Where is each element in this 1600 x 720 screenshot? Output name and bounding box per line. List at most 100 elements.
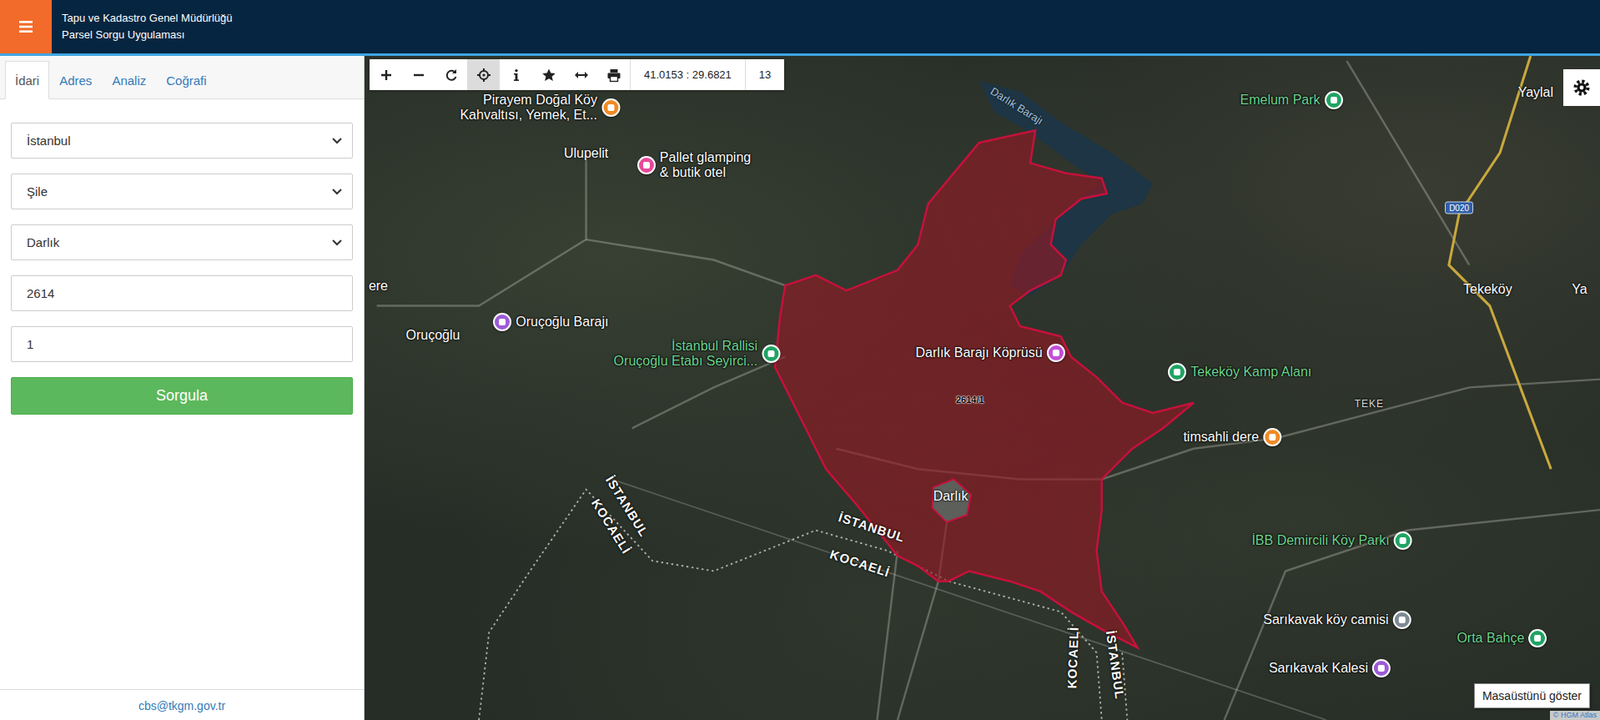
parcel-polygon[interactable] [774,130,1194,648]
info-button[interactable] [499,59,533,91]
poi-line: Darlık Barajı Köprüsü [915,345,1043,361]
refresh-icon [443,67,459,83]
map-place-label: Yaylal [1518,85,1554,101]
select-field[interactable]: Darlık [10,224,353,261]
poi-line: Oruçoğlu Etabı Seyirci... [613,353,759,369]
map-place-label: Tekeköy [1463,281,1513,297]
select-value: Şile [26,184,333,199]
map-canvas [364,55,1600,720]
poi-label: timsahli dere [1182,429,1259,445]
poi-line: İBB Demircili Köy Parkı [1251,533,1389,549]
poi-pin-icon[interactable] [1528,628,1547,648]
text-field[interactable] [10,275,353,312]
map-toolbar: 41.0153 : 29.682113 [369,59,785,91]
select-value: Darlık [26,235,333,250]
poi-line: & butik otel [659,165,751,181]
poi-pin-icon[interactable] [1046,343,1066,363]
map-poi[interactable]: Pallet glamping& butik otel [637,150,751,181]
map[interactable]: 2614/1Pirayem Doğal KöyKahvaltısı, Yemek… [364,55,1600,720]
select-field[interactable]: Şile [10,173,353,210]
poi-line: Tekeköy Kamp Alanı [1190,364,1312,380]
poi-pin-icon[interactable] [1262,427,1282,447]
poi-label: Tekeköy Kamp Alanı [1190,364,1312,380]
poi-label: Sarıkavak Kalesi [1268,660,1369,676]
map-poi[interactable]: Pirayem Doğal KöyKahvaltısı, Yemek, Et..… [459,92,620,123]
poi-label: Oruçoğlu Barajı [515,314,609,330]
sidebar: İdariAdresAnalizCoğrafi İstanbul Şile Darl… [0,55,365,720]
poi-line: İstanbul Rallisi [613,338,759,354]
poi-label: İBB Demircili Köy Parkı [1251,533,1389,549]
poi-pin-icon[interactable] [1324,90,1344,110]
menu-button[interactable] [0,0,52,54]
measure-icon [573,67,589,83]
poi-pin-icon[interactable] [1393,610,1412,629]
poi-label: Darlık Barajı Köprüsü [915,345,1043,361]
select-field[interactable]: İstanbul [10,122,353,159]
tab-bar: İdariAdresAnalizCoğrafi [0,55,364,100]
subtitle: Parsel Sorgu Uygulaması [61,26,233,44]
tooltip: Masaüstünü göster [1474,683,1590,709]
poi-pin-icon[interactable] [761,344,780,363]
poi-pin-icon[interactable] [601,98,620,117]
chevron-icon [332,239,343,247]
zoom-out-button[interactable] [402,59,435,91]
map-poi[interactable]: Oruçoğlu Barajı [493,312,609,332]
map-region-label: KOCAELİ [828,546,892,579]
poi-pin-icon[interactable] [637,155,656,175]
contact-email[interactable]: cbs@tkgm.gov.tr [138,699,226,713]
poi-line: Orta Bahçe [1456,630,1525,646]
map-poi[interactable]: İstanbul RallisiOruçoğlu Etabı Seyirci..… [613,338,781,369]
settings-button[interactable] [1563,69,1600,106]
submit-button[interactable]: Sorgula [10,377,353,415]
map-poi[interactable]: Orta Bahçe [1456,628,1547,648]
tab[interactable]: İdari [5,60,50,100]
favorite-icon [541,67,557,83]
poi-pin-icon[interactable] [493,312,512,332]
favorite-button[interactable] [532,59,565,91]
map-poi[interactable]: Sarıkavak Kalesi [1268,659,1391,678]
tab[interactable]: Coğrafi [155,60,217,100]
map-region-label: KOCAELİ [1065,626,1082,690]
map-poi[interactable]: Sarıkavak köy camisi [1262,610,1411,629]
app-title: Tapu ve Kadastro Genel Müdürlüğü Parsel … [51,0,233,54]
map-poi[interactable]: Darlık Barajı Köprüsü [915,343,1066,363]
query-form: İstanbul Şile Darlık Sorgula [0,99,364,415]
poi-pin-icon[interactable] [1167,362,1187,382]
poi-label: İstanbul RallisiOruçoğlu Etabı Seyirci..… [613,338,759,369]
chevron-icon [332,188,343,196]
zoom-in-icon [378,67,394,83]
zoom-in-button[interactable] [369,59,403,91]
poi-line: Emelum Park [1240,92,1321,108]
tab[interactable]: Analiz [101,60,156,100]
select-value: İstanbul [26,133,333,148]
poi-label: Pirayem Doğal KöyKahvaltısı, Yemek, Et..… [459,92,598,123]
gear-icon [1572,78,1591,97]
map-place-label: Oruçoğlu [406,327,461,343]
zoom-level: 13 [744,59,785,91]
refresh-button[interactable] [434,59,468,91]
locate-icon [476,67,492,83]
title: Tapu ve Kadastro Genel Müdürlüğü [61,10,233,27]
text-field[interactable] [10,326,353,363]
poi-line: Sarıkavak köy camisi [1262,612,1389,628]
locate-button[interactable] [467,59,500,91]
poi-line: Pallet glamping [659,150,751,166]
print-button[interactable] [597,59,630,91]
map-place-label: Ya [1571,281,1587,297]
map-poi[interactable]: Tekeköy Kamp Alanı [1167,362,1312,382]
map-place-label: ere [368,278,388,294]
map-poi[interactable]: İBB Demircili Köy Parkı [1251,531,1412,550]
poi-pin-icon[interactable] [1393,531,1413,550]
poi-label: Pallet glamping& butik otel [659,150,751,181]
map-place-label: Ulupelit [563,145,609,162]
map-poi[interactable]: timsahli dere [1182,427,1282,447]
attribution[interactable]: © HGM Atlas [1549,710,1600,720]
tab[interactable]: Adres [49,60,102,100]
map-poi[interactable]: Emelum Park [1240,90,1344,110]
poi-pin-icon[interactable] [1372,659,1391,678]
coordinates: 41.0153 : 29.6821 [629,59,745,91]
poi-line: Sarıkavak Kalesi [1268,660,1369,676]
poi-label: Orta Bahçe [1456,630,1525,646]
measure-button[interactable] [564,59,598,91]
info-icon [508,67,524,83]
